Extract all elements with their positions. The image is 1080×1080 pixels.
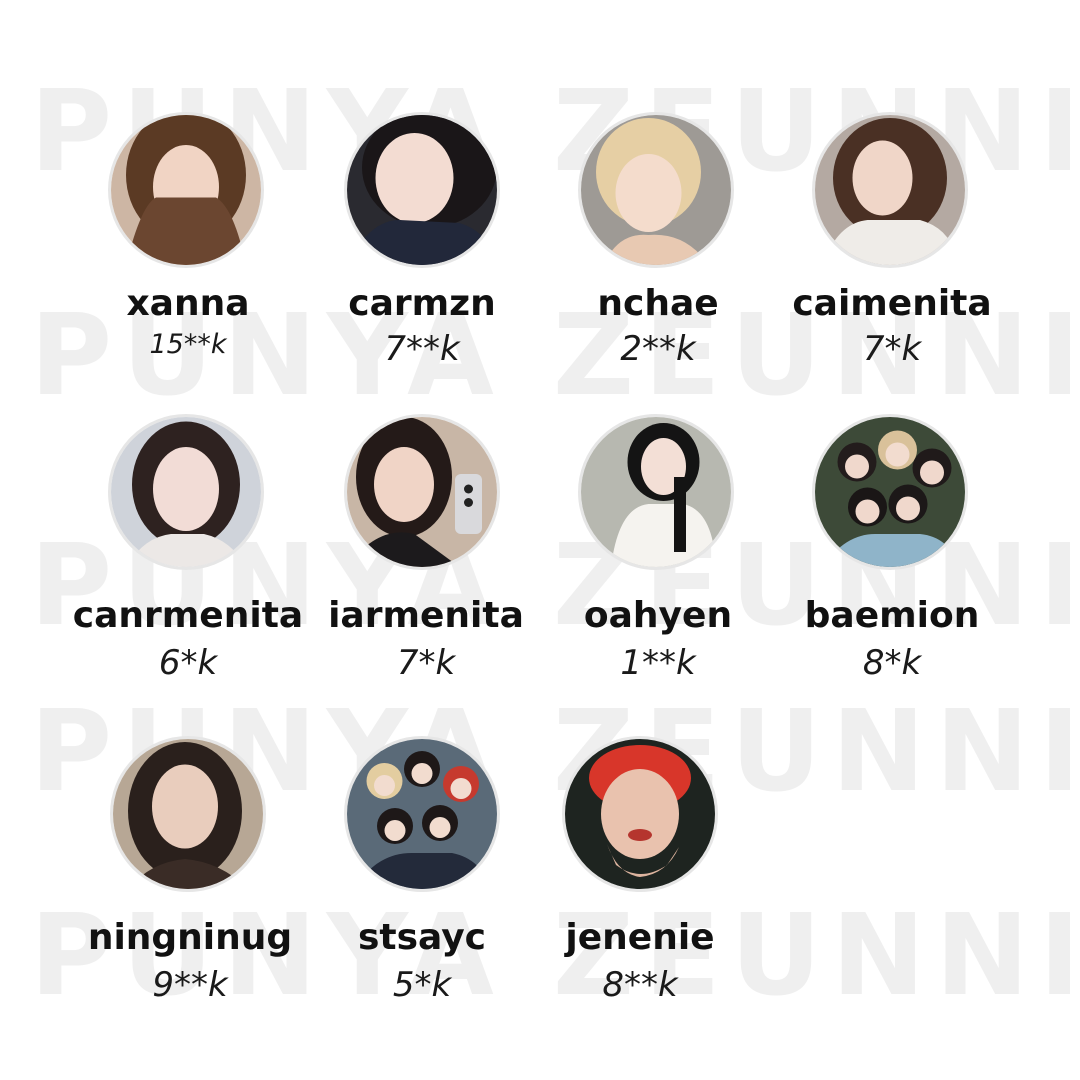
profile-count: 7**k bbox=[384, 329, 460, 369]
profile-avatar[interactable] bbox=[578, 414, 734, 570]
profile-name: xanna bbox=[126, 283, 250, 324]
profile-name: canrmenita bbox=[72, 595, 304, 636]
profile-avatar[interactable] bbox=[110, 736, 266, 892]
profile-count: 1**k bbox=[620, 643, 696, 683]
profile-name: jenenie bbox=[565, 917, 715, 958]
profile-count: 7*k bbox=[396, 643, 456, 683]
profile-avatar[interactable] bbox=[562, 736, 718, 892]
profile-count: 9**k bbox=[152, 965, 228, 1005]
profile-name: nchae bbox=[597, 283, 719, 324]
profile-count: 2**k bbox=[620, 329, 696, 369]
profile-name: baemion bbox=[804, 595, 980, 636]
profile-count: 15**k bbox=[149, 329, 227, 360]
profile-avatar[interactable] bbox=[344, 112, 500, 268]
profile-name: ningninug bbox=[87, 917, 293, 958]
profile-avatar[interactable] bbox=[344, 414, 500, 570]
profile-name: carmzn bbox=[348, 283, 496, 324]
profile-count: 6*k bbox=[158, 643, 218, 683]
profile-name: caimenita bbox=[792, 283, 992, 324]
profile-avatar[interactable] bbox=[344, 736, 500, 892]
profile-count: 8*k bbox=[862, 643, 922, 683]
profile-name: iarmenita bbox=[328, 595, 524, 636]
profile-avatar[interactable] bbox=[108, 112, 264, 268]
profile-avatar[interactable] bbox=[812, 414, 968, 570]
profile-name: oahyen bbox=[583, 595, 733, 636]
profile-avatar[interactable] bbox=[108, 414, 264, 570]
profile-avatar[interactable] bbox=[578, 112, 734, 268]
profile-count: 7*k bbox=[862, 329, 922, 369]
profile-avatar[interactable] bbox=[812, 112, 968, 268]
profile-count: 8**k bbox=[602, 965, 678, 1005]
